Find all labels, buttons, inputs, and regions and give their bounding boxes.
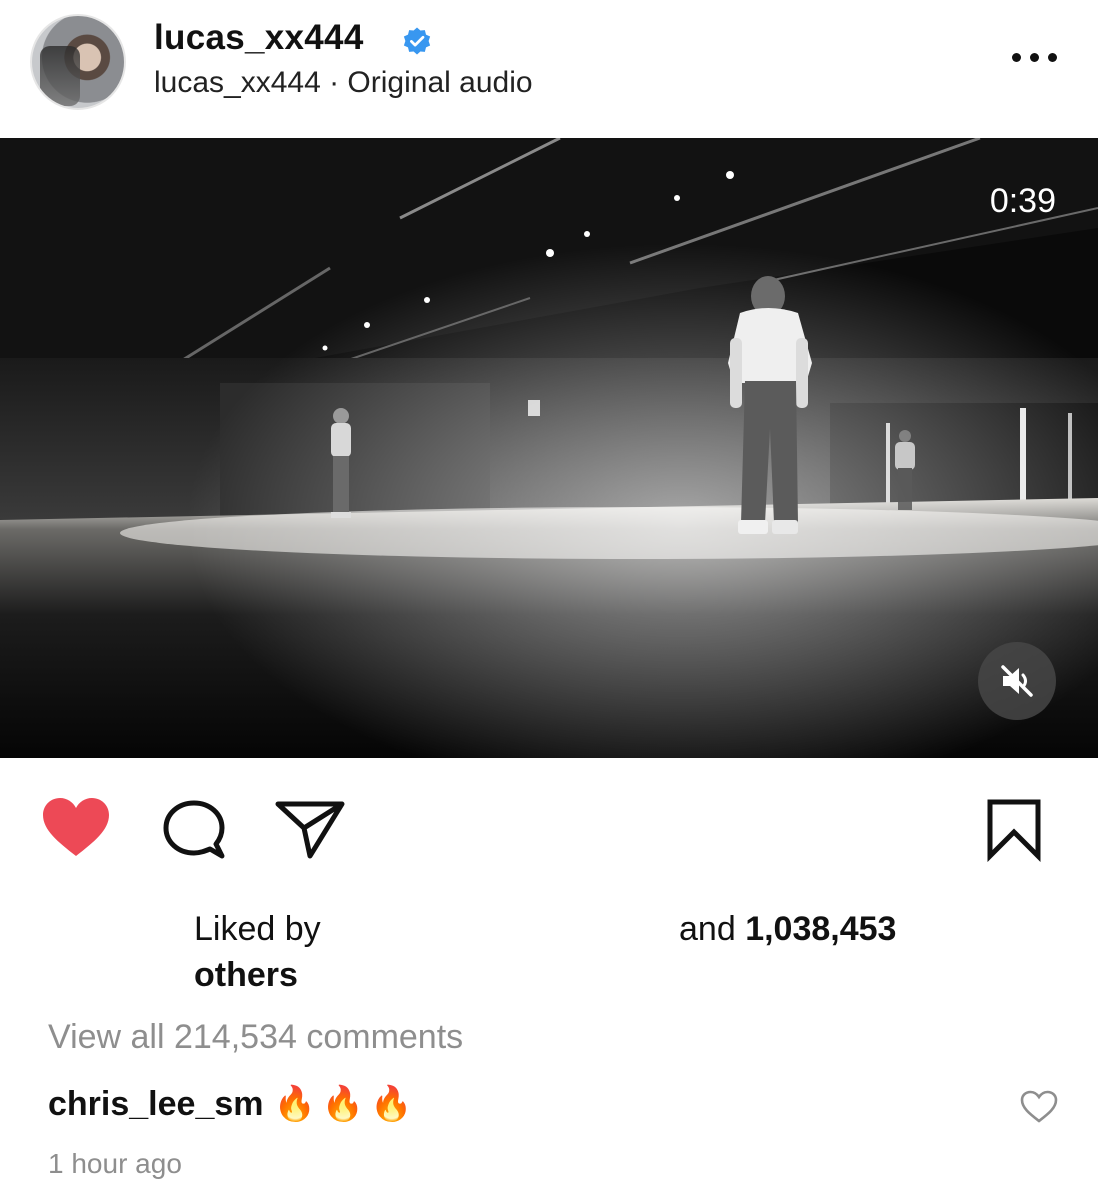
post-timestamp: 1 hour ago <box>48 1148 182 1179</box>
post-action-bar <box>0 758 1098 898</box>
top-comment: chris_lee_sm 🔥🔥🔥 <box>48 1084 419 1124</box>
post-video[interactable]: 0:39 <box>0 138 1098 758</box>
share-send-icon[interactable] <box>274 798 346 862</box>
likes-count[interactable]: and 1,038,453 <box>679 906 896 952</box>
comment-icon[interactable] <box>160 798 228 862</box>
liked-by-label: Liked by <box>194 910 321 948</box>
liked-by-others[interactable]: others <box>194 952 321 998</box>
comment-text: 🔥🔥🔥 <box>273 1085 419 1123</box>
more-options-icon[interactable] <box>1012 50 1058 66</box>
post-username[interactable]: lucas_xx444 <box>154 18 364 58</box>
mute-toggle-button[interactable] <box>978 642 1056 720</box>
likes-count-value: 1,038,453 <box>745 910 897 948</box>
video-duration: 0:39 <box>989 182 1056 220</box>
view-all-comments-link[interactable]: View all 214,534 comments <box>48 1018 463 1057</box>
liked-by-text[interactable]: Liked by others <box>194 906 321 998</box>
verified-badge-icon <box>403 27 431 55</box>
video-frame-image <box>0 138 1098 758</box>
post-header: lucas_xx444 lucas_xx444 · Original audio <box>0 0 1098 138</box>
save-bookmark-icon[interactable] <box>984 798 1044 862</box>
like-heart-icon[interactable] <box>40 796 112 860</box>
comment-like-heart-icon[interactable] <box>1020 1090 1058 1124</box>
avatar[interactable] <box>30 14 126 110</box>
post-subline-audio[interactable]: lucas_xx444 · Original audio <box>154 66 533 100</box>
comment-username[interactable]: chris_lee_sm <box>48 1085 264 1123</box>
speaker-muted-icon <box>1001 665 1033 697</box>
likes-count-prefix: and <box>679 910 736 948</box>
